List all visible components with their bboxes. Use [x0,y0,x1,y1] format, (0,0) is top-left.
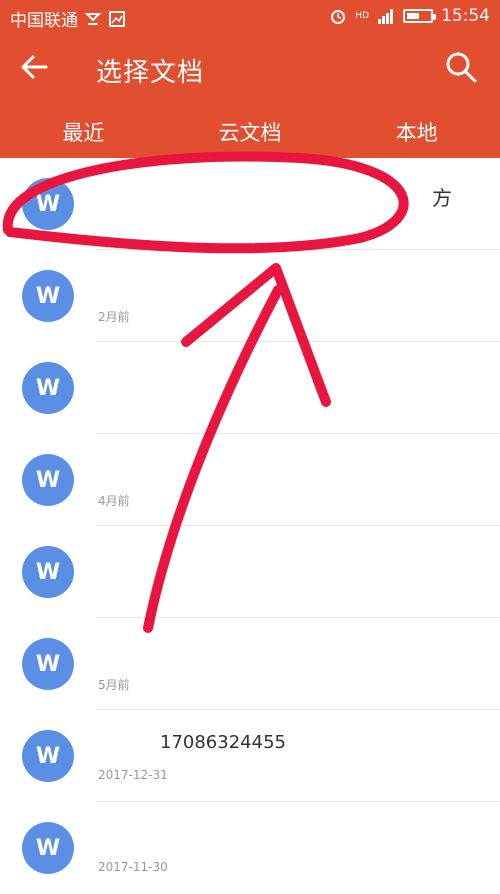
tab-local[interactable]: 本地 [333,110,500,156]
battery-icon [403,9,436,23]
word-document-icon: W [22,270,74,322]
document-name-suffix: 方 [432,186,452,210]
battery-level [407,13,419,19]
network-type-label: HD [355,11,369,21]
app-header: 中国联通 HD 15:54 选择文档 最近 云文档 本地 [0,0,500,158]
list-item[interactable]: W [0,526,500,618]
search-icon[interactable] [444,50,478,84]
word-document-icon: W [22,822,74,874]
signal-icon [378,9,393,24]
carrier-name: 中国联通 [10,11,78,31]
document-date: 5月前 [98,678,130,692]
tab-bar: 最近 云文档 本地 [0,110,500,156]
list-item[interactable]: W 2017-11-30 [0,802,500,894]
list-item[interactable]: W 方 [0,158,500,250]
word-document-icon: W [22,546,74,598]
alarm-icon [331,10,346,24]
tab-cloud-documents[interactable]: 云文档 [167,110,334,156]
document-name: 17086324455 [160,732,286,753]
document-date: 4月前 [98,494,130,508]
word-document-icon: W [22,730,74,782]
document-date: 2月前 [98,310,130,324]
clock-time: 15:54 [441,6,490,26]
document-list: W 方 W 2月前 W W 4月前 W W 5月前 W 17086324455 … [0,158,500,894]
image-icon [109,10,125,27]
tab-recent[interactable]: 最近 [0,110,167,156]
app-bar: 选择文档 [0,40,500,100]
word-document-icon: W [22,178,74,230]
list-item[interactable]: W [0,342,500,434]
document-date: 2017-11-30 [98,860,168,874]
page-title: 选择文档 [96,58,205,88]
list-item[interactable]: W 4月前 [0,434,500,526]
document-date: 2017-12-31 [98,768,168,782]
list-item[interactable]: W 2月前 [0,250,500,342]
status-bar-left: 中国联通 [10,6,126,31]
list-item[interactable]: W 5月前 [0,618,500,710]
back-arrow-icon[interactable] [18,50,52,84]
word-document-icon: W [22,454,74,506]
word-document-icon: W [22,638,74,690]
status-bar-right: HD 15:54 [329,6,490,26]
notification-icon [84,12,102,25]
list-item[interactable]: W 17086324455 2017-12-31 [0,710,500,802]
word-document-icon: W [22,362,74,414]
status-bar: 中国联通 HD 15:54 [0,0,500,34]
